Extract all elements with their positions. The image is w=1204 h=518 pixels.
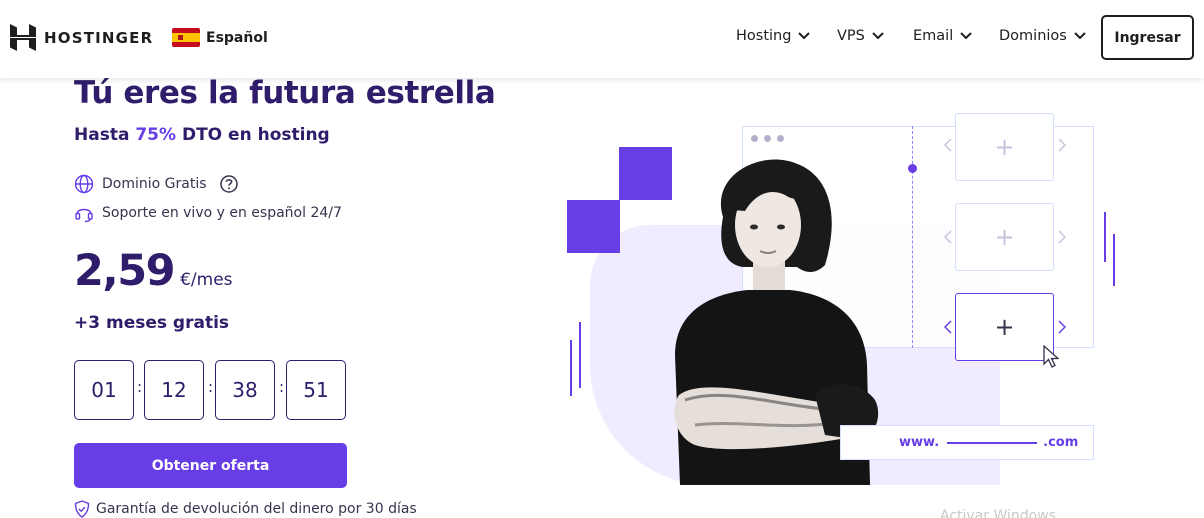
browser-dot: [777, 135, 784, 142]
feature-label: Soporte en vivo y en español 24/7: [102, 205, 342, 221]
url-bar-mockup: www. .com: [840, 425, 1094, 460]
chevron-left-icon: [944, 138, 952, 152]
nav-email-label: Email: [913, 28, 954, 44]
nav-email[interactable]: Email: [913, 28, 972, 44]
login-button[interactable]: Ingresar: [1101, 15, 1194, 60]
browser-dot: [764, 135, 771, 142]
chevron-down-icon: [960, 32, 972, 40]
language-selector[interactable]: Español: [172, 28, 268, 47]
subtitle-prefix: Hasta: [74, 125, 130, 145]
windows-activation-watermark: Activar Windows: [940, 508, 1056, 518]
chevron-left-icon: [944, 230, 952, 244]
language-label: Español: [206, 29, 268, 46]
url-blank-line: [947, 441, 1038, 444]
illustration-background: [590, 225, 1000, 485]
headset-icon: [75, 208, 93, 223]
price-amount: 2,59: [74, 246, 176, 296]
shield-check-icon: [74, 500, 90, 518]
countdown-days: 01: [74, 360, 134, 420]
decor-line: [570, 340, 572, 396]
nav-hosting-label: Hosting: [736, 28, 792, 44]
decor-line: [579, 322, 581, 388]
price: 2,59 €/mes: [74, 246, 233, 296]
brand-name: HOSTINGER: [44, 28, 154, 47]
nav-hosting[interactable]: Hosting: [736, 28, 811, 44]
chevron-right-icon: [1058, 230, 1066, 244]
feature-label: Dominio Gratis: [102, 176, 207, 192]
browser-dot: [751, 135, 758, 142]
browser-mockup: [742, 126, 1094, 348]
chevron-down-icon: [872, 32, 884, 40]
layout-tile: +: [955, 113, 1054, 181]
nav-vps-label: VPS: [837, 28, 865, 44]
countdown-hours: 12: [144, 360, 204, 420]
nav-dominios[interactable]: Dominios: [999, 28, 1086, 44]
layout-tile: +: [955, 203, 1054, 271]
bonus-months: +3 meses gratis: [74, 313, 230, 333]
hostinger-logo-icon: [10, 24, 36, 51]
chevron-left-icon: [944, 320, 952, 334]
chevron-right-icon: [1058, 138, 1066, 152]
globe-icon: [74, 174, 94, 194]
decor-line: [1113, 234, 1115, 286]
feature-support: Soporte en vivo y en español 24/7: [74, 203, 342, 223]
chevron-right-icon: [1058, 320, 1066, 334]
hostinger-logo[interactable]: HOSTINGER: [10, 24, 153, 51]
countdown-separator: :: [279, 378, 285, 396]
money-back-guarantee: Garantía de devolución del dinero por 30…: [74, 500, 417, 518]
get-offer-button[interactable]: Obtener oferta: [74, 443, 347, 488]
layout-tile-active: +: [955, 293, 1054, 361]
site-header: HOSTINGER Español Hosting VPS Email Domi…: [0, 0, 1204, 78]
hero-title: Tú eres la futura estrella: [74, 75, 496, 111]
url-prefix: www.: [899, 435, 940, 450]
countdown-seconds: 51: [286, 360, 346, 420]
woman-portrait: [674, 159, 879, 485]
countdown-separator: :: [208, 378, 214, 396]
price-unit: €/mes: [180, 270, 233, 290]
chevron-down-icon: [1074, 32, 1086, 40]
decor-square: [619, 147, 672, 200]
guide-dot: [908, 164, 917, 173]
countdown-minutes: 38: [215, 360, 275, 420]
mouse-cursor-icon: [1043, 345, 1059, 368]
decor-line: [1104, 212, 1106, 262]
url-suffix: .com: [1043, 435, 1079, 450]
subtitle-suffix: DTO en hosting: [181, 125, 330, 145]
spain-flag-icon: [172, 28, 200, 47]
dashed-guide: [912, 126, 913, 348]
help-icon[interactable]: [219, 174, 239, 194]
nav-dominios-label: Dominios: [999, 28, 1067, 44]
hero-subtitle: Hasta 75% DTO en hosting: [74, 125, 330, 145]
feature-free-domain: Dominio Gratis: [74, 174, 239, 194]
decor-square: [567, 200, 620, 253]
countdown-separator: :: [137, 378, 143, 396]
guarantee-label: Garantía de devolución del dinero por 30…: [96, 501, 417, 517]
chevron-down-icon: [798, 32, 811, 40]
discount-value: 75%: [135, 125, 177, 145]
nav-vps[interactable]: VPS: [837, 28, 884, 44]
